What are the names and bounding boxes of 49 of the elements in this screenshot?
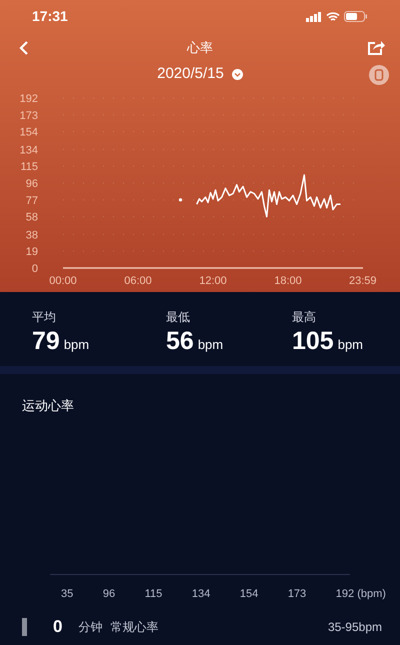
battery-icon: [344, 11, 368, 22]
back-icon: [18, 40, 30, 56]
y-tick-label: 77: [26, 194, 38, 207]
y-tick-label: 0: [32, 263, 38, 275]
stat-value: 79: [32, 326, 60, 356]
y-tick-label: 134: [20, 144, 38, 156]
x-tick-label: 12:00: [199, 275, 227, 287]
wifi-icon: [326, 12, 340, 22]
zone-axis-label: 192 (bpm): [336, 586, 386, 602]
y-tick-label: 96: [26, 178, 38, 190]
zone-axis-label: 115: [144, 586, 162, 602]
y-tick-label: 38: [26, 229, 38, 242]
stat-value: 105: [292, 326, 334, 356]
zone-axis-label: 96: [102, 586, 116, 602]
x-tick-label: 06:00: [124, 275, 152, 287]
zone-axis-label: 134: [192, 586, 210, 602]
zone-axis-label: 154: [240, 586, 258, 602]
stat-unit: bpm: [338, 336, 364, 354]
x-tick-label: 00:00: [49, 275, 77, 287]
y-tick-label: 173: [20, 110, 38, 122]
signal-icon: [306, 12, 322, 22]
status-time: 17:31: [32, 7, 68, 26]
chevron-down-icon: [232, 68, 243, 80]
stat-label: 平均: [32, 309, 57, 326]
y-tick-label: 192: [20, 93, 38, 105]
stat-label: 最高: [292, 309, 317, 326]
zone-axis-label: 173: [288, 586, 306, 602]
y-tick-label: 58: [26, 212, 38, 224]
y-tick-label: 115: [20, 161, 38, 174]
data-point: [178, 198, 182, 202]
stat-unit: bpm: [198, 336, 224, 354]
zone-range: 35-95bpm: [328, 618, 382, 636]
x-tick-label: 23:59: [348, 275, 377, 287]
zone-axis-label: 35: [61, 586, 74, 602]
date-selector[interactable]: 2020/5/15: [157, 63, 243, 86]
page-title: 心率: [187, 39, 213, 58]
section-title: 运动心率: [21, 397, 75, 415]
stat-value: 56: [166, 326, 194, 356]
share-icon: [367, 40, 385, 56]
x-tick-label: 18:00: [274, 275, 302, 287]
zone-minutes: 0: [53, 616, 62, 638]
zone-name: 常规心率: [110, 618, 158, 636]
y-tick-label: 154: [20, 126, 38, 139]
stat-label: 最低: [166, 309, 191, 326]
watch-icon[interactable]: [369, 64, 389, 85]
zone-marker: [22, 618, 27, 636]
zone-unit: 分钟: [78, 618, 102, 636]
y-tick-label: 19: [26, 246, 38, 258]
stat-unit: bpm: [64, 336, 90, 354]
